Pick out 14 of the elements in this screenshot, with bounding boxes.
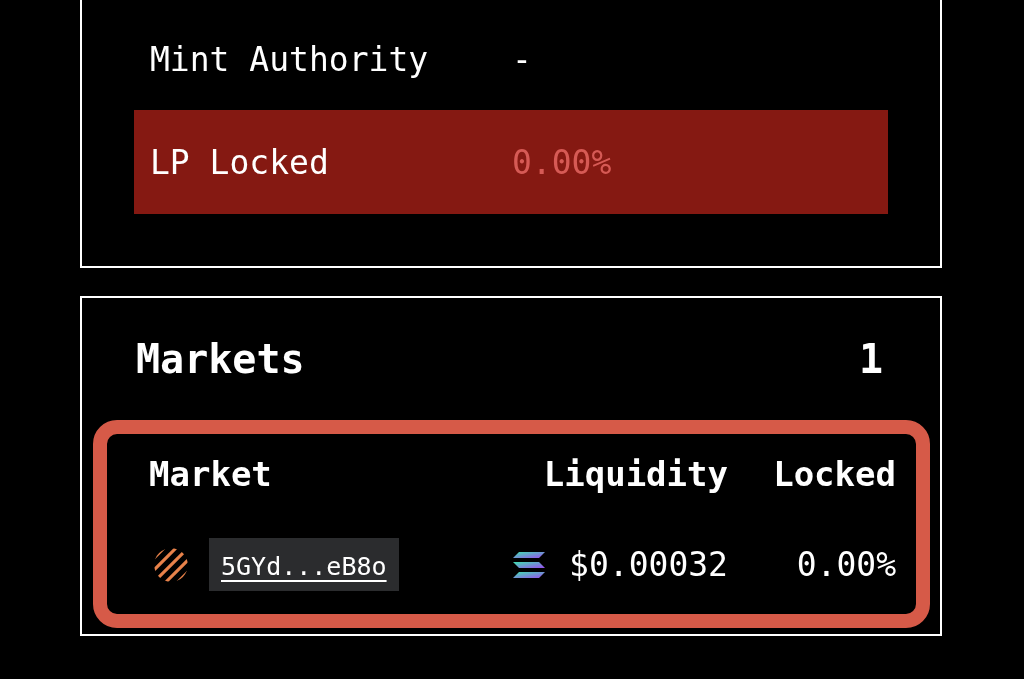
column-header: Liquidity xyxy=(542,454,728,494)
striped-circle-icon xyxy=(153,546,189,583)
market-address-link[interactable]: 5GYd...eB8o xyxy=(209,538,399,591)
row-label: LP Locked xyxy=(150,142,330,182)
markets-count: 1 xyxy=(858,336,883,382)
liquidity-value: $0.00032 xyxy=(569,545,728,584)
row-label: Mint Authority xyxy=(150,39,430,79)
stacked-bars-icon xyxy=(513,551,546,578)
locked-value: 0.00% xyxy=(795,545,896,584)
row-value: 0.00% xyxy=(512,142,612,182)
markets-title: Markets xyxy=(136,336,305,382)
column-header: Market xyxy=(149,454,273,494)
row-value: - xyxy=(512,39,532,79)
column-header: Locked xyxy=(772,454,896,494)
